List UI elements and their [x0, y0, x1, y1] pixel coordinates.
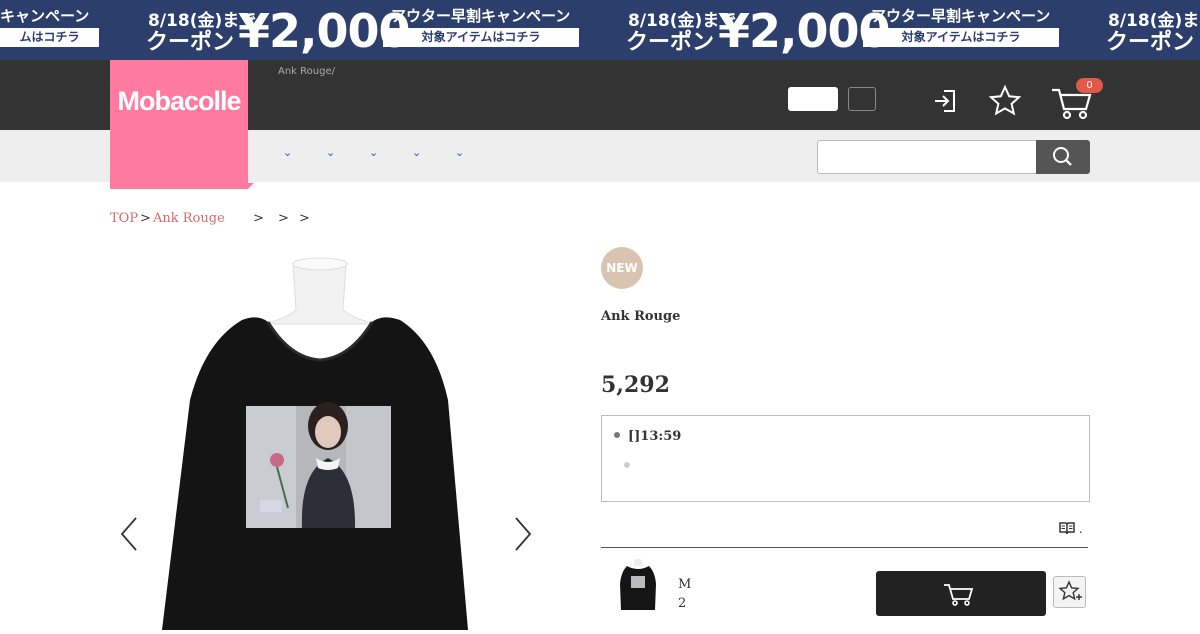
add-favorite-button[interactable]	[1053, 576, 1086, 608]
breadcrumb-separator: >	[140, 211, 151, 226]
divider	[601, 547, 1088, 548]
breadcrumb-top[interactable]: TOP	[110, 211, 138, 226]
banner-campaign-text: アウター早割キャンペーン	[871, 7, 1051, 25]
nav-dropdown-5[interactable]: ⌄	[455, 146, 464, 159]
search-icon	[1053, 147, 1072, 166]
nav-dropdown-4[interactable]: ⌄	[412, 146, 421, 159]
size-guide-label: .	[1078, 522, 1083, 536]
header-toggle-button[interactable]	[788, 87, 838, 111]
info-line: []13:59	[614, 429, 681, 444]
add-to-cart-button[interactable]	[876, 571, 1046, 616]
breadcrumb-separator: >	[253, 211, 264, 226]
logo-text: Mobacolle	[117, 86, 241, 116]
banner-cta: 対象アイテムはコチラ	[383, 28, 579, 47]
star-plus-icon	[1058, 580, 1082, 601]
prev-image-button[interactable]	[118, 515, 140, 557]
banner-cta: ムはコチラ	[0, 28, 99, 47]
cart-icon	[944, 584, 974, 606]
nav-dropdown-1[interactable]: ⌄	[283, 146, 292, 159]
header-breadcrumb[interactable]: Ank Rouge/	[278, 66, 335, 77]
new-badge: NEW	[601, 247, 643, 289]
banner-coupon: クーポン	[146, 30, 235, 55]
star-icon[interactable]	[988, 84, 1022, 122]
banner-segment: 8/18(金)まで クーポン ¥2,000 アウター早割キャンペーン 対象アイテ…	[626, 0, 1066, 60]
chevron-left-icon	[120, 517, 137, 551]
banner-segment: 8/18(金)まで クーポン ¥2,000 アウター早割キャンペーン 対象アイテ…	[146, 0, 586, 60]
breadcrumb-separator: >	[299, 211, 310, 226]
banner-campaign-text: キャンペーン	[0, 7, 90, 25]
chevron-right-icon	[515, 517, 532, 551]
product-image[interactable]	[150, 250, 490, 630]
product-price: 5,292	[601, 372, 670, 398]
banner-coupon: クーポン	[626, 30, 715, 55]
size-guide-link[interactable]: .	[1059, 521, 1083, 536]
search-button[interactable]	[1036, 140, 1090, 174]
next-image-button[interactable]	[512, 515, 534, 557]
nav-dropdown-3[interactable]: ⌄	[369, 146, 378, 159]
campaign-banner[interactable]: キャンペーン ムはコチラ 8/18(金)まで クーポン ¥2,000 アウター早…	[0, 0, 1200, 60]
login-icon[interactable]	[932, 88, 958, 118]
variant-stock: 2	[678, 596, 687, 611]
banner-coupon: クーポン	[1106, 30, 1195, 55]
product-brand[interactable]: Ank Rouge	[601, 309, 680, 324]
bullet	[624, 462, 630, 468]
bullet	[614, 432, 620, 438]
search-input[interactable]	[817, 140, 1037, 174]
variant-info: M 2	[678, 575, 691, 613]
breadcrumb-separator: >	[278, 211, 289, 226]
variant-thumbnail[interactable]	[618, 556, 658, 612]
breadcrumb-brand[interactable]: Ank Rouge	[153, 211, 225, 226]
shipping-info-box: []13:59	[601, 415, 1090, 502]
header-toggle-button-alt[interactable]	[848, 87, 876, 111]
banner-cta: 対象アイテムはコチラ	[863, 28, 1059, 47]
info-line-text: []13:59	[628, 429, 682, 444]
banner-campaign-text: アウター早割キャンペーン	[391, 7, 571, 25]
site-logo[interactable]: Mobacolle	[110, 60, 248, 189]
nav-dropdown-2[interactable]: ⌄	[326, 146, 335, 159]
banner-segment-partial: キャンペーン ムはコチラ	[0, 0, 100, 60]
cart-count-badge: 0	[1076, 78, 1103, 93]
banner-segment-partial: 8/18(金)まで クーポン	[1106, 0, 1200, 60]
logo-corner	[248, 183, 254, 189]
book-icon	[1059, 522, 1075, 535]
variant-size: M	[678, 577, 692, 592]
